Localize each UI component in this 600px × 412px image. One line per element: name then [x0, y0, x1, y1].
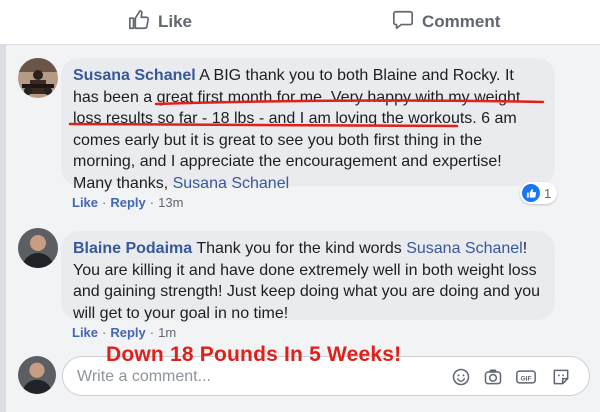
comment-author[interactable]: Blaine Podaima: [73, 240, 192, 257]
like-reaction-icon: [522, 184, 540, 202]
composer-avatar: [18, 356, 56, 394]
comment-actions: Like · Reply · 1m: [72, 325, 177, 340]
timestamp[interactable]: 13m: [158, 195, 183, 210]
reply-link[interactable]: Reply: [110, 195, 145, 210]
camera-icon[interactable]: [483, 367, 503, 387]
comment-actions: Like · Reply · 13m: [72, 195, 184, 210]
emoji-icon[interactable]: [451, 367, 471, 387]
gif-icon[interactable]: GIF: [515, 367, 537, 387]
comment-bubble: Blaine Podaima Thank you for the kind wo…: [61, 231, 555, 322]
reaction-badge[interactable]: 1: [520, 182, 558, 204]
reaction-count: 1: [544, 185, 552, 201]
overlay-caption: Down 18 Pounds In 5 Weeks!: [106, 343, 402, 366]
sticker-icon[interactable]: [551, 367, 571, 387]
like-comment-link[interactable]: Like: [72, 195, 98, 210]
reply-link[interactable]: Reply: [110, 325, 145, 340]
timestamp[interactable]: 1m: [158, 325, 176, 340]
like-comment-link[interactable]: Like: [72, 325, 98, 340]
comment-text: Thank you for the kind words: [196, 240, 407, 257]
comment-input[interactable]: [75, 365, 439, 389]
svg-text:GIF: GIF: [520, 375, 531, 382]
mention-link[interactable]: Susana Schanel: [406, 240, 523, 257]
avatar[interactable]: [18, 228, 58, 268]
